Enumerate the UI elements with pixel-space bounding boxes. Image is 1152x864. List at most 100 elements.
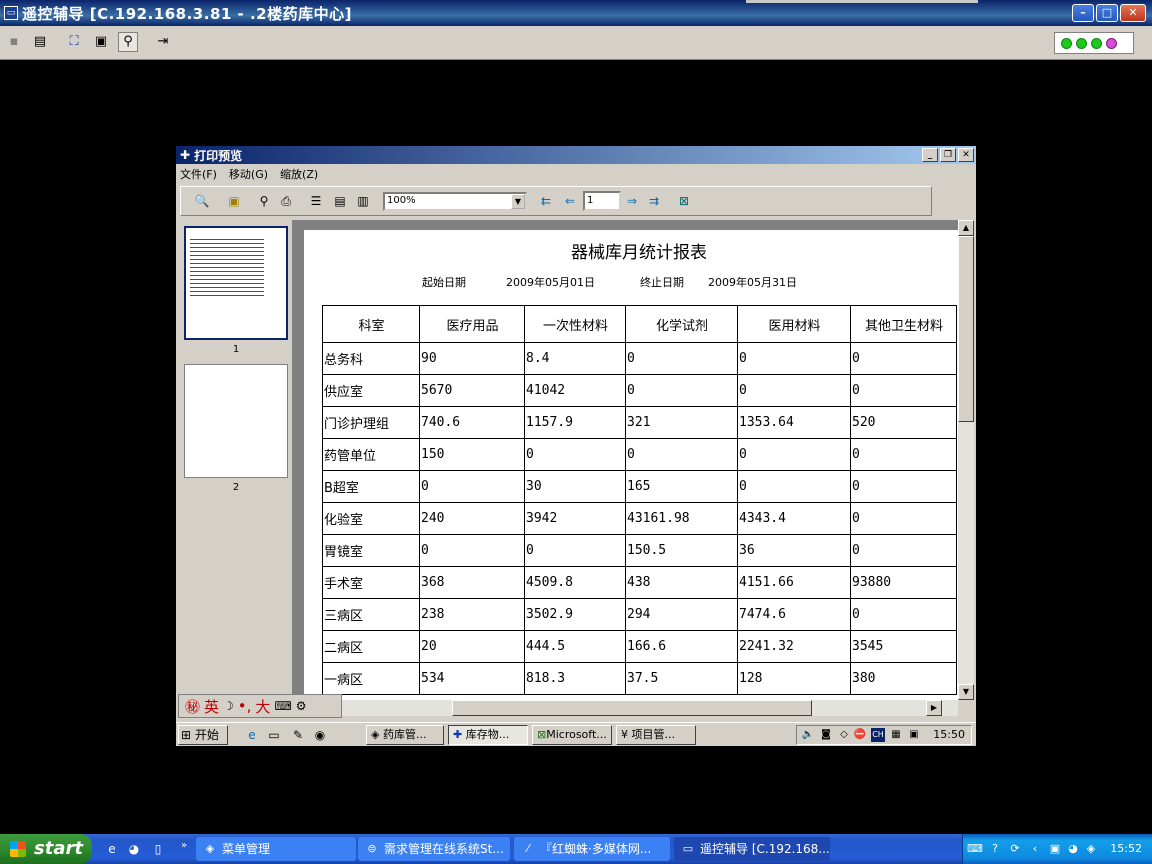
task-label: 菜单管理	[222, 842, 271, 856]
value-cell: 0	[850, 534, 957, 567]
fit-screen-icon[interactable]: ⛶	[64, 32, 84, 52]
pv-restore-button[interactable]: ❐	[940, 148, 956, 162]
ime-fullwidth[interactable]: 大	[255, 696, 270, 717]
table-row: B超室 0 30 165 0 0	[322, 470, 957, 503]
maximize-button[interactable]: □	[1096, 4, 1118, 22]
close-preview-icon[interactable]: ⊠	[675, 192, 693, 210]
page-thumbnail[interactable]	[184, 226, 288, 340]
print-preview-title: 打印预览	[194, 148, 243, 163]
language-icon[interactable]: CH	[871, 728, 885, 742]
remote-task-button[interactable]: ◈ 药库管...	[366, 725, 444, 745]
screen-icon[interactable]: ▤	[30, 32, 50, 52]
chevron-left-icon[interactable]: ‹	[1027, 841, 1043, 857]
window-system-icon[interactable]: ▭	[4, 6, 18, 20]
network-icon[interactable]: ▣	[907, 728, 921, 742]
settings-icon[interactable]: ⚙	[296, 699, 307, 713]
value-cell: 240	[419, 502, 525, 535]
taskbar-button-active[interactable]: ▭ 遥控辅导 [C.192.168...	[674, 837, 830, 861]
exit-icon[interactable]: ⇥	[153, 32, 173, 52]
scroll-thumb[interactable]	[958, 236, 974, 422]
task-label: 需求管理在线系统St...	[384, 842, 504, 856]
pv-minimize-button[interactable]: _	[922, 148, 938, 162]
ime-mode[interactable]: 英	[204, 696, 219, 717]
table-header-row: 科室 医疗用品 一次性材料 化学试剂 医用材料 其他卫生材料	[322, 305, 957, 343]
menu-file[interactable]: 文件(F)	[180, 166, 217, 182]
taskbar-button[interactable]: ⁄ 『红蜘蛛·多媒体网...	[514, 837, 670, 861]
taskbar-button[interactable]: ⊜ 需求管理在线系统St...	[358, 837, 510, 861]
vertical-scrollbar[interactable]: ▲ ▼	[958, 220, 974, 700]
previous-page-icon[interactable]: ⇐	[561, 192, 579, 210]
window-icon[interactable]: ▣	[91, 32, 111, 52]
tray-icon[interactable]: ▦	[889, 728, 903, 742]
menu-zoom[interactable]: 缩放(Z)	[280, 166, 318, 182]
pv-close-button[interactable]: ✕	[958, 148, 974, 162]
print-icon[interactable]: ⎙	[277, 192, 295, 210]
page-thumbnail[interactable]	[184, 364, 288, 478]
ie-icon[interactable]: e	[104, 841, 120, 857]
search-icon[interactable]: ⚲	[255, 192, 273, 210]
tray-icon[interactable]: ⟳	[1007, 841, 1023, 857]
zoom-icon[interactable]: ⚲	[118, 32, 138, 52]
media-player-icon[interactable]: ◉	[312, 727, 328, 743]
tray-icon[interactable]: ◇	[837, 728, 851, 742]
moon-icon[interactable]: ☽	[223, 699, 234, 713]
keyboard-icon[interactable]: ⌨	[274, 699, 291, 713]
value-cell: 37.5	[625, 662, 738, 695]
app-icon: ◈	[371, 728, 383, 741]
chevron-right-icon[interactable]: »	[176, 838, 192, 854]
department-cell: 门诊护理组	[322, 406, 420, 439]
menu-move[interactable]: 移动(G)	[229, 166, 268, 182]
next-page-icon[interactable]: ⇒	[623, 192, 641, 210]
last-page-icon[interactable]: ⇉	[645, 192, 663, 210]
remote-task-button[interactable]: ¥ 项目管...	[616, 725, 696, 745]
magnifier-icon[interactable]: 🔍	[193, 192, 211, 210]
value-cell: 380	[850, 662, 957, 695]
save-icon[interactable]: ▪	[4, 32, 24, 52]
ie-icon[interactable]: e	[244, 727, 260, 743]
horizontal-scrollbar[interactable]: ▶	[292, 700, 958, 716]
tray-icon[interactable]: ◈	[1083, 841, 1099, 857]
page-number-input[interactable]: 1	[583, 191, 621, 211]
keyboard-icon[interactable]: ⌨	[967, 841, 983, 857]
whole-page-icon[interactable]: ▥	[354, 192, 372, 210]
punctuation-icon[interactable]: •,	[238, 697, 252, 715]
close-button[interactable]: ✕	[1120, 4, 1146, 22]
preview-toolbar: 🔍 ▣ ⚲ ⎙ ☰ ▤ ▥ 100% ▼ ⇇ ⇐ 1 ⇒ ⇉ ⊠	[180, 186, 932, 216]
qq-icon[interactable]: ◕	[1065, 841, 1081, 857]
scroll-down-icon[interactable]: ▼	[958, 684, 974, 700]
first-page-icon[interactable]: ⇇	[537, 192, 555, 210]
stop-icon[interactable]: ⛔	[853, 728, 867, 742]
remote-taskbar: ⊞ 开始 e ▭ ✎ ◉ ◈ 药库管... ✚ 库存物... ⊠Microsof…	[176, 722, 976, 746]
value-cell: 93880	[850, 566, 957, 599]
notepad-icon[interactable]: ✎	[290, 727, 306, 743]
department-cell: 三病区	[322, 598, 420, 631]
remote-start-button[interactable]: ⊞ 开始	[178, 725, 228, 745]
scroll-right-icon[interactable]: ▶	[926, 700, 942, 716]
help-icon[interactable]: ?	[987, 841, 1003, 857]
network-icon[interactable]: ▣	[1047, 841, 1063, 857]
page-width-icon[interactable]: ▤	[331, 192, 349, 210]
desktop-icon[interactable]: ▭	[266, 727, 282, 743]
single-page-icon[interactable]: ☰	[307, 192, 325, 210]
scroll-thumb[interactable]	[452, 700, 812, 716]
start-button[interactable]: start	[0, 834, 92, 864]
chevron-down-icon[interactable]: ▼	[511, 194, 525, 209]
volume-icon[interactable]: 🔈	[801, 728, 815, 742]
start-label: start	[34, 838, 83, 859]
table-row: 胃镜室 0 0 150.5 36 0	[322, 534, 957, 567]
remote-task-button[interactable]: ⊠Microsoft...	[532, 725, 612, 745]
report-page: 器械库月统计报表 起始日期 2009年05月01日 终止日期 2009年05月3…	[304, 230, 974, 700]
app-icon[interactable]: ▯	[150, 841, 166, 857]
taskbar-button[interactable]: ◈ 菜单管理	[196, 837, 356, 861]
ime-logo-icon[interactable]: ㊙	[185, 696, 200, 717]
value-cell: 4151.66	[737, 566, 851, 599]
save-icon[interactable]: ▣	[225, 192, 243, 210]
scroll-up-icon[interactable]: ▲	[958, 220, 974, 236]
minimize-button[interactable]: –	[1072, 4, 1094, 22]
tray-icon[interactable]: ◙	[819, 728, 833, 742]
table-row: 总务科 90 8.4 0 0 0	[322, 342, 957, 375]
zoom-select[interactable]: 100% ▼	[383, 192, 527, 211]
value-cell: 0	[524, 438, 626, 471]
remote-task-button[interactable]: ✚ 库存物...	[448, 725, 528, 745]
qq-icon[interactable]: ◕	[126, 841, 142, 857]
